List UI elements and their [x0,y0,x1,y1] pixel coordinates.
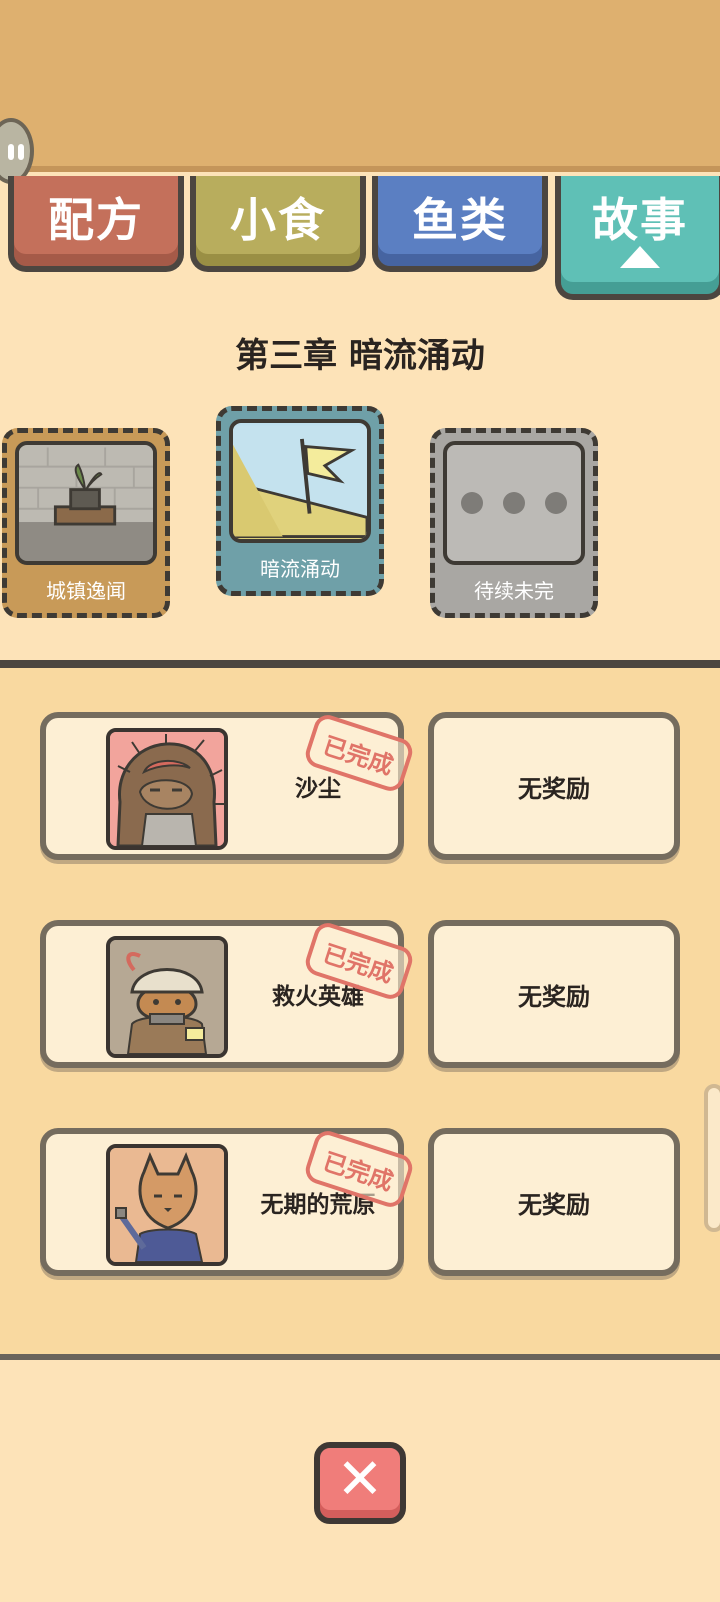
story-card[interactable]: 救火英雄 已完成 [40,919,416,1068]
story-card[interactable]: 无期的荒原 已完成 [40,1127,416,1276]
close-button[interactable]: ✕ [314,1442,406,1524]
chapter-label: 待续未完 [474,579,554,603]
chapter-label: 暗流涌动 [260,557,340,581]
dot-icon [461,492,483,514]
fox-avatar-icon [106,1144,228,1266]
story-card[interactable]: 沙尘 已完成 [40,711,416,860]
dot-icon [503,492,525,514]
chapter-card-undercurrent[interactable]: 暗流涌动 [216,406,384,596]
reward-card[interactable]: 无奖励 [428,712,680,860]
tab-label: 小食 [230,193,326,247]
dot-icon [545,492,567,514]
close-icon: ✕ [336,1447,384,1512]
tab-label: 鱼类 [412,193,508,247]
tab-story[interactable]: 故事 [555,176,720,300]
tab-fish[interactable]: 鱼类 [372,176,548,272]
chapter-title: 第三章 暗流涌动 [235,336,485,376]
reward-card[interactable]: 无奖励 [428,920,680,1068]
scrollbar[interactable] [704,1084,720,1232]
chapter-card-town[interactable]: 城镇逸闻 [2,428,170,618]
tab-label: 配方 [48,193,144,247]
reward-card[interactable]: 无奖励 [428,1128,680,1276]
tab-snack[interactable]: 小食 [190,176,366,272]
reward-label: 无奖励 [518,774,590,803]
reward-label: 无奖励 [518,1190,590,1219]
tab-label: 故事 [592,193,688,247]
category-tabs: 配方 小食 鱼类 故事 [0,176,720,301]
section-divider [0,660,720,668]
firefighter-avatar-icon [106,936,228,1058]
story-row: 沙尘 已完成 无奖励 [40,711,680,860]
chapter-card-to-be-continued[interactable]: 待续未完 [430,428,598,618]
flag-hill-illustration [229,419,371,543]
town-plant-illustration [15,441,157,565]
reward-label: 无奖励 [518,982,590,1011]
top-banner [0,0,720,172]
story-row: 无期的荒原 已完成 无奖励 [40,1127,680,1276]
tab-recipe[interactable]: 配方 [8,176,184,272]
chapter-label: 城镇逸闻 [46,579,126,603]
hedgehog-avatar-icon [106,728,228,850]
locked-placeholder [443,441,585,565]
selected-arrow-icon [620,246,660,268]
story-row: 救火英雄 已完成 无奖励 [40,919,680,1068]
